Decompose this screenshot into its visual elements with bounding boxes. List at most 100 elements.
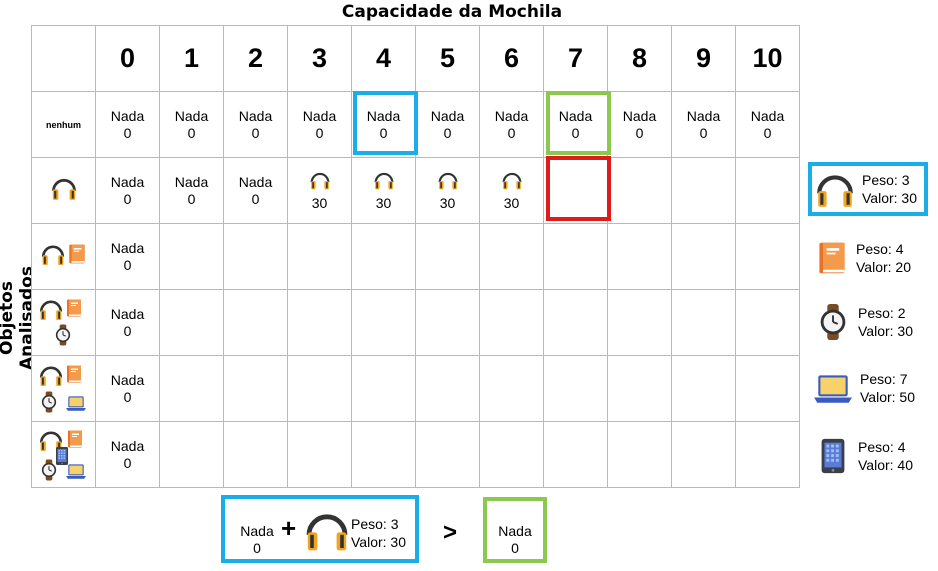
- corner-cell: [31, 25, 96, 92]
- table-cell-empty: [415, 223, 480, 290]
- table-cell-empty: [543, 355, 608, 422]
- comparison-left-value: 0: [253, 540, 261, 556]
- table-cell-empty: [287, 223, 352, 290]
- cell-text: Nada: [110, 107, 145, 124]
- capacity-header: 4: [351, 25, 416, 92]
- table-cell-empty: [607, 421, 672, 488]
- table-cell: Nada 0: [95, 421, 160, 488]
- table-cell: Nada 0: [95, 289, 160, 356]
- watch-icon: [52, 323, 74, 347]
- item-value: Valor: 20: [856, 259, 911, 275]
- capacity-header: 6: [479, 25, 544, 92]
- table-cell-empty: [671, 355, 736, 422]
- cell-text: Nada: [686, 107, 721, 124]
- book-icon: [814, 237, 850, 279]
- table-cell-empty: [479, 355, 544, 422]
- capacity-header: 7: [543, 25, 608, 92]
- cell-value: 0: [635, 124, 644, 141]
- cell-text: Nada: [238, 173, 273, 190]
- laptop-icon: [812, 367, 854, 409]
- table-cell: Nada 0: [95, 157, 160, 224]
- headphones-icon: [38, 362, 64, 388]
- table-cell-empty: [607, 157, 672, 224]
- table-cell-empty: [543, 289, 608, 356]
- table-cell: Nada 0: [415, 91, 480, 158]
- cell-value: 30: [503, 195, 520, 211]
- row-label-nenhum: nenhum: [31, 91, 96, 158]
- table-cell: Nada 0: [479, 91, 544, 158]
- table-row: Nada 0 Nada 0 Nada 0 30 30 30 30: [31, 157, 800, 224]
- table-cell: 30: [479, 157, 544, 224]
- table-cell: Nada 0: [95, 223, 160, 290]
- book-icon: [64, 362, 84, 386]
- cell-value: 30: [439, 195, 456, 211]
- table-cell-empty: [543, 223, 608, 290]
- book-icon: [66, 241, 88, 267]
- item-weight: Peso: 2: [858, 305, 906, 321]
- item-weight: Peso: 4: [856, 241, 904, 257]
- table-cell-empty: [415, 355, 480, 422]
- book-icon: [64, 296, 84, 320]
- cell-text: Nada: [750, 107, 785, 124]
- capacity-header: 0: [95, 25, 160, 92]
- table-cell-empty: [287, 289, 352, 356]
- table-cell-empty: [671, 157, 736, 224]
- table-cell: 30: [415, 157, 480, 224]
- watch-icon: [38, 390, 60, 414]
- table-cell: 30: [351, 157, 416, 224]
- cell-value: 0: [123, 454, 132, 471]
- table-row: Nada 0: [31, 223, 800, 290]
- row-label-headphones-book-watch-laptop: [31, 355, 96, 422]
- comparison-left-cell: Nada 0: [235, 523, 279, 557]
- cell-text: Nada: [110, 437, 145, 454]
- cell-value: 0: [251, 124, 260, 141]
- cell-value: 0: [123, 322, 132, 339]
- item-value: Valor: 30: [862, 190, 917, 206]
- cell-value: 30: [375, 195, 392, 211]
- table-cell-empty: [671, 289, 736, 356]
- cell-value: 0: [507, 124, 516, 141]
- headphones-icon: [814, 168, 856, 210]
- table-cell: Nada 0: [735, 91, 800, 158]
- highlight-red-cell: [546, 156, 611, 221]
- headphones-icon: [437, 169, 459, 191]
- table-row: Nada 0: [31, 289, 800, 356]
- headphones-icon: [50, 174, 78, 202]
- comparison-item-stats: Peso: 3 Valor: 30: [351, 515, 406, 551]
- table-cell: Nada 0: [95, 91, 160, 158]
- headphones-icon: [40, 241, 66, 267]
- table-cell: Nada 0: [159, 91, 224, 158]
- cell-value: 0: [187, 124, 196, 141]
- item-card-book: Peso: 4 Valor: 20: [814, 237, 911, 279]
- item-card-headphones: Peso: 3 Valor: 30: [808, 162, 928, 216]
- table-cell-empty: [159, 355, 224, 422]
- table-cell: Nada 0: [95, 355, 160, 422]
- capacity-header: 5: [415, 25, 480, 92]
- comparison-right-box: Nada 0: [483, 497, 547, 563]
- cell-value: 0: [315, 124, 324, 141]
- cell-text: Nada: [174, 173, 209, 190]
- cell-value: 0: [187, 190, 196, 207]
- table-cell-empty: [607, 289, 672, 356]
- headphones-icon: [373, 169, 395, 191]
- table-cell: Nada 0: [671, 91, 736, 158]
- table-cell-empty: [671, 223, 736, 290]
- table-cell-empty: [735, 223, 800, 290]
- cell-text: Nada: [110, 371, 145, 388]
- row-label-headphones-book: [31, 223, 96, 290]
- comparison-left-box: Nada 0 + Peso: 3 Valor: 30: [221, 495, 419, 563]
- table-cell-empty: [351, 223, 416, 290]
- table-cell-empty: [735, 289, 800, 356]
- item-card-tablet: Peso: 4 Valor: 40: [814, 434, 913, 478]
- item-weight: Peso: 4: [858, 439, 906, 455]
- item-card-watch: Peso: 2 Valor: 30: [814, 300, 913, 344]
- comparison-right-text: Nada: [498, 523, 532, 539]
- table-cell-empty: [351, 421, 416, 488]
- watch-icon: [38, 458, 60, 482]
- capacity-header: 2: [223, 25, 288, 92]
- item-value: Valor: 40: [858, 457, 913, 473]
- cell-value: 0: [123, 388, 132, 405]
- table-cell-empty: [415, 421, 480, 488]
- cell-value: 0: [699, 124, 708, 141]
- cell-text: Nada: [110, 173, 145, 190]
